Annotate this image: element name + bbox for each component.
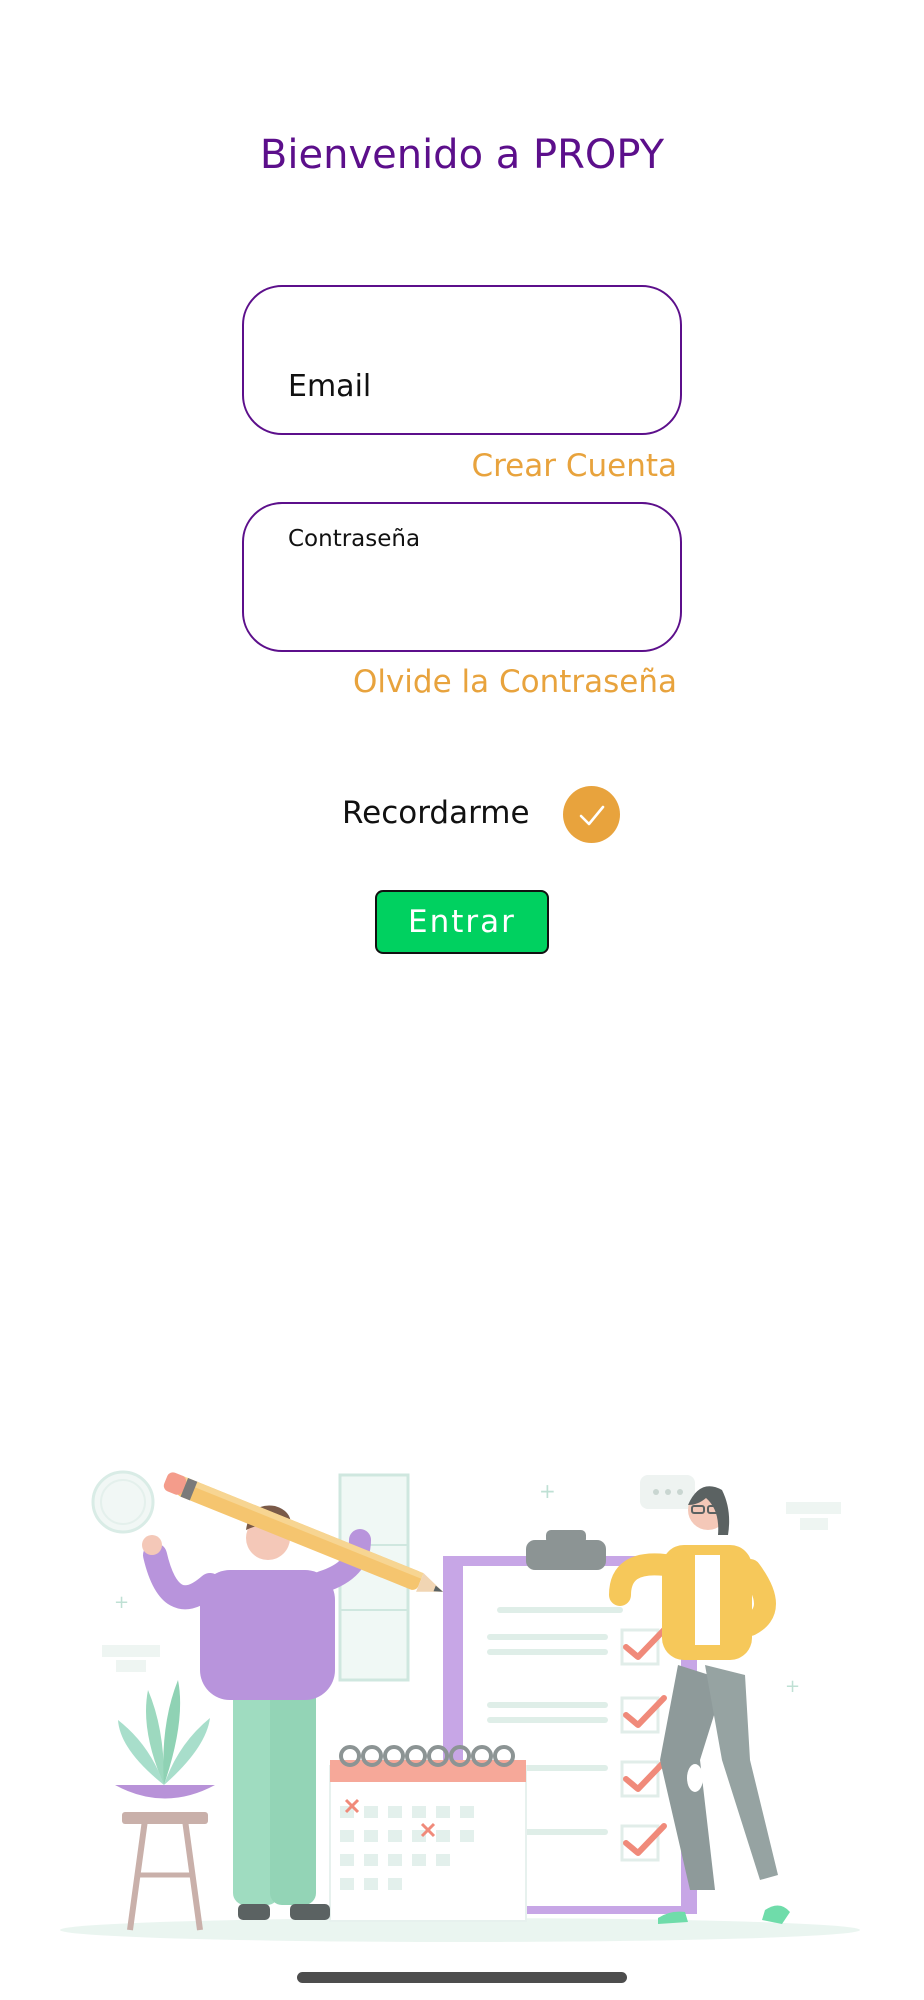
forgot-password-link[interactable]: Olvide la Contraseña	[353, 664, 677, 700]
password-field[interactable]: Contraseña	[242, 502, 682, 652]
check-icon	[579, 805, 604, 825]
create-account-link[interactable]: Crear Cuenta	[471, 448, 677, 484]
email-label: Email	[288, 369, 372, 404]
email-field[interactable]: Email	[242, 285, 682, 435]
password-label: Contraseña	[288, 526, 421, 552]
svg-text:+: +	[785, 1676, 800, 1697]
remember-checkbox[interactable]	[563, 786, 620, 843]
team-checklist-illustration: + + +	[60, 1470, 860, 1942]
page-title: Bienvenido a PROPY	[259, 132, 665, 178]
home-indicator	[297, 1972, 627, 1983]
svg-text:+: +	[114, 1592, 129, 1613]
remember-label: Recordarme	[342, 795, 530, 831]
svg-text:+: +	[539, 1479, 556, 1503]
login-button[interactable]: Entrar	[375, 890, 549, 954]
